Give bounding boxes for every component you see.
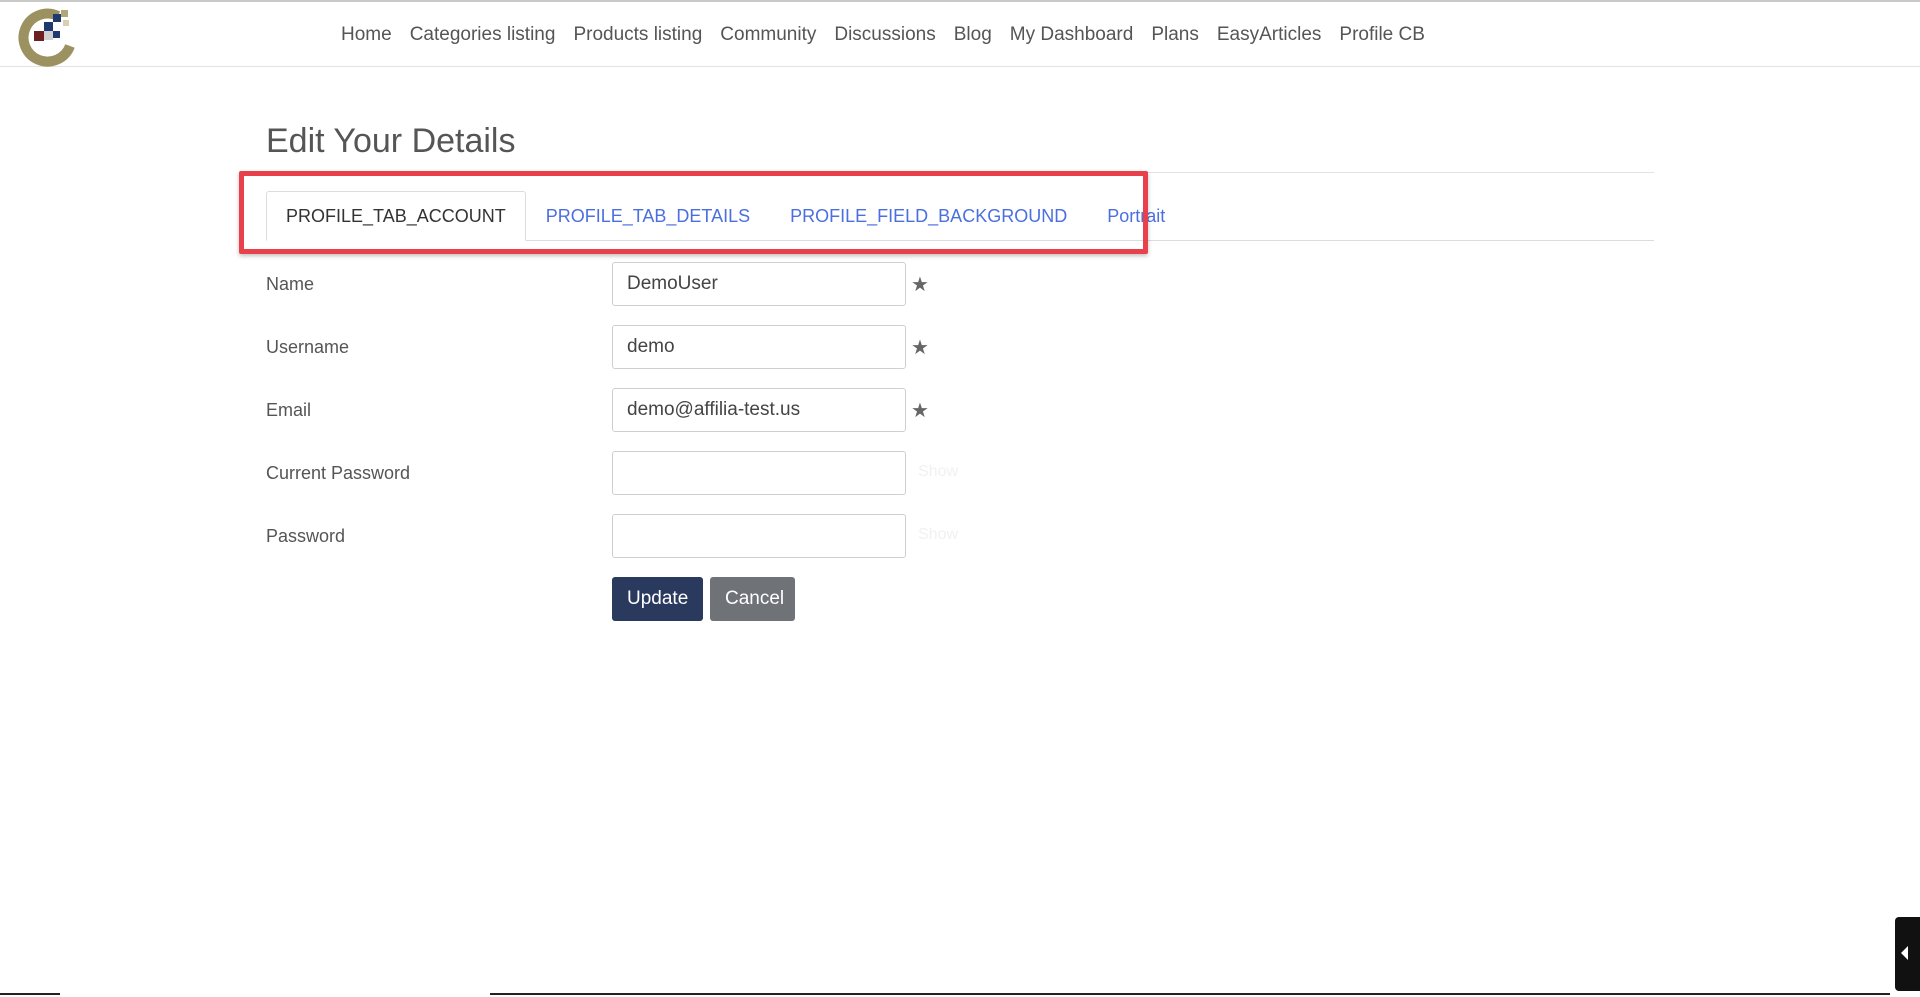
- required-star-icon: ★: [911, 400, 929, 422]
- required-star-icon: ★: [911, 274, 929, 296]
- show-current-password-link[interactable]: Show: [918, 463, 958, 481]
- navbar: Home Categories listing Products listing…: [0, 2, 1920, 67]
- current-password-input[interactable]: [612, 451, 906, 495]
- page-title: Edit Your Details: [266, 122, 516, 160]
- side-panel-toggle[interactable]: [1895, 917, 1920, 991]
- username-label: Username: [266, 337, 350, 357]
- caret-left-icon: [1901, 946, 1908, 960]
- nav-item-my-dashboard[interactable]: My Dashboard: [1010, 24, 1134, 46]
- email-label: Email: [266, 400, 312, 420]
- main-menu: Home Categories listing Products listing…: [341, 2, 1425, 68]
- username-row: Username ★: [266, 325, 1026, 369]
- username-input[interactable]: [612, 325, 906, 369]
- nav-item-products-listing[interactable]: Products listing: [573, 24, 702, 46]
- name-label: Name: [266, 274, 315, 294]
- nav-item-discussions[interactable]: Discussions: [834, 24, 935, 46]
- nav-item-easyarticles[interactable]: EasyArticles: [1217, 24, 1322, 46]
- nav-item-community[interactable]: Community: [720, 24, 816, 46]
- current-password-row: Current Password Show: [266, 451, 1026, 495]
- password-label: Password: [266, 526, 346, 546]
- email-row: Email ★: [266, 388, 1026, 432]
- nav-item-plans[interactable]: Plans: [1151, 24, 1199, 46]
- current-password-label: Current Password: [266, 463, 411, 483]
- name-input[interactable]: [612, 262, 906, 306]
- site-logo[interactable]: [18, 6, 82, 68]
- update-button[interactable]: Update: [612, 577, 703, 621]
- nav-item-home[interactable]: Home: [341, 24, 392, 46]
- show-password-link[interactable]: Show: [918, 526, 958, 544]
- nav-item-blog[interactable]: Blog: [954, 24, 992, 46]
- password-row: Password Show: [266, 514, 1026, 558]
- nav-item-profile-cb[interactable]: Profile CB: [1339, 24, 1425, 46]
- cancel-button[interactable]: Cancel: [710, 577, 795, 621]
- required-star-icon: ★: [911, 337, 929, 359]
- email-input[interactable]: [612, 388, 906, 432]
- password-input[interactable]: [612, 514, 906, 558]
- name-row: Name ★: [266, 262, 1026, 306]
- nav-item-categories-listing[interactable]: Categories listing: [410, 24, 556, 46]
- tabs-highlight-box: [239, 171, 1148, 254]
- bottom-strip: [0, 993, 1920, 997]
